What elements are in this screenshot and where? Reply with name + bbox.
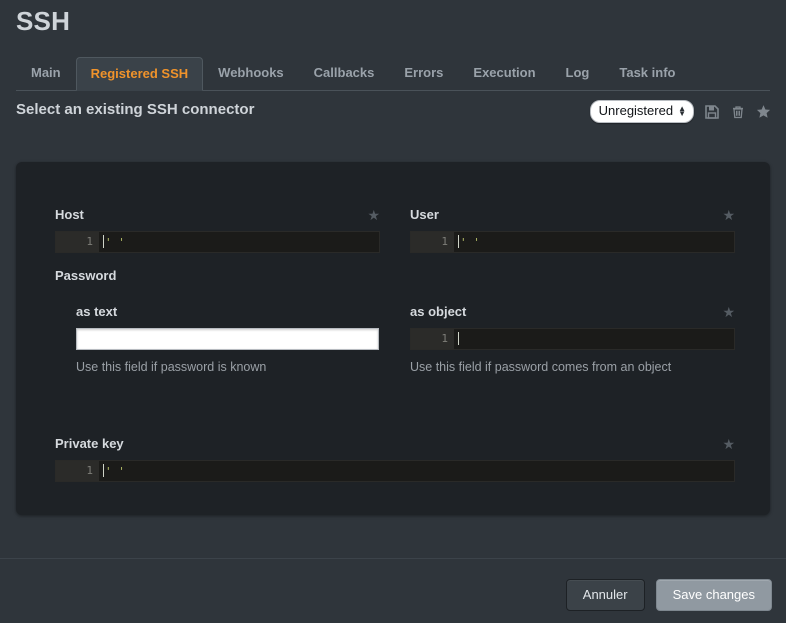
- star-icon[interactable]: ★: [722, 437, 735, 451]
- password-as-text-help: Use this field if password is known: [76, 360, 267, 374]
- password-as-object-label: as object: [410, 304, 467, 319]
- private-key-editor-content[interactable]: ' ': [100, 461, 734, 481]
- tab-callbacks[interactable]: Callbacks: [299, 56, 390, 90]
- field-password-label: Password: [55, 268, 117, 283]
- field-user: User ★ 1 ' ': [410, 207, 735, 253]
- tab-bar: Main Registered SSH Webhooks Callbacks E…: [16, 57, 770, 91]
- private-key-code-editor[interactable]: 1 ' ': [55, 460, 735, 482]
- password-as-object-code-editor[interactable]: 1: [410, 328, 735, 350]
- field-private-key: Private key ★ 1 ' ': [55, 436, 735, 482]
- save-changes-button[interactable]: Save changes: [655, 579, 772, 611]
- field-password-as-text: as text Use this field if password is kn…: [76, 304, 396, 376]
- connector-select-value: Unregistered: [598, 103, 674, 118]
- tab-execution[interactable]: Execution: [458, 56, 550, 90]
- password-as-object-editor-line-number: 1: [411, 329, 455, 349]
- field-host: Host ★ 1 ' ': [55, 207, 380, 253]
- tab-registered-ssh[interactable]: Registered SSH: [75, 57, 204, 91]
- star-icon[interactable]: ★: [722, 208, 735, 222]
- star-icon[interactable]: [755, 103, 772, 120]
- connector-select[interactable]: Unregistered ▲ ▼: [589, 100, 694, 123]
- field-user-label: User: [410, 207, 439, 222]
- user-code-editor[interactable]: 1 ' ': [410, 231, 735, 253]
- user-editor-line-number: 1: [411, 232, 455, 252]
- trash-icon[interactable]: [729, 103, 746, 120]
- field-host-label: Host: [55, 207, 84, 222]
- user-editor-value: ' ': [460, 236, 480, 249]
- tab-task-info[interactable]: Task info: [604, 56, 690, 90]
- private-key-editor-value: ' ': [105, 465, 125, 478]
- tab-log[interactable]: Log: [551, 56, 605, 90]
- chevron-updown-icon: ▲ ▼: [678, 104, 686, 118]
- host-code-editor[interactable]: 1 ' ': [55, 231, 380, 253]
- host-editor-line-number: 1: [56, 232, 100, 252]
- password-as-object-editor-content[interactable]: [455, 329, 734, 349]
- password-as-text-input[interactable]: [76, 328, 379, 350]
- star-icon[interactable]: ★: [722, 305, 735, 319]
- tab-errors[interactable]: Errors: [389, 56, 458, 90]
- footer-buttons: Annuler Save changes: [565, 579, 772, 611]
- tab-webhooks[interactable]: Webhooks: [203, 56, 299, 90]
- tab-main[interactable]: Main: [16, 56, 76, 90]
- field-private-key-label: Private key: [55, 436, 124, 451]
- connector-toolbar: Unregistered ▲ ▼: [589, 100, 772, 123]
- host-editor-content[interactable]: ' ': [100, 232, 379, 252]
- section-subtitle: Select an existing SSH connector: [16, 101, 255, 118]
- field-password-as-object: as object ★ 1 Use this field if password…: [410, 304, 735, 376]
- cancel-button[interactable]: Annuler: [565, 579, 645, 611]
- private-key-editor-line-number: 1: [56, 461, 100, 481]
- ssh-form-panel: Host ★ 1 ' ' User ★ 1 ' ' Password as te…: [16, 162, 770, 515]
- field-password-group: Password: [55, 267, 735, 285]
- footer: Annuler Save changes: [0, 559, 786, 623]
- host-editor-value: ' ': [105, 236, 125, 249]
- user-editor-content[interactable]: ' ': [455, 232, 734, 252]
- password-as-text-label: as text: [76, 304, 118, 319]
- save-icon[interactable]: [703, 103, 720, 120]
- password-as-object-help: Use this field if password comes from an…: [410, 360, 672, 374]
- star-icon[interactable]: ★: [367, 208, 380, 222]
- page-title: SSH: [16, 6, 71, 36]
